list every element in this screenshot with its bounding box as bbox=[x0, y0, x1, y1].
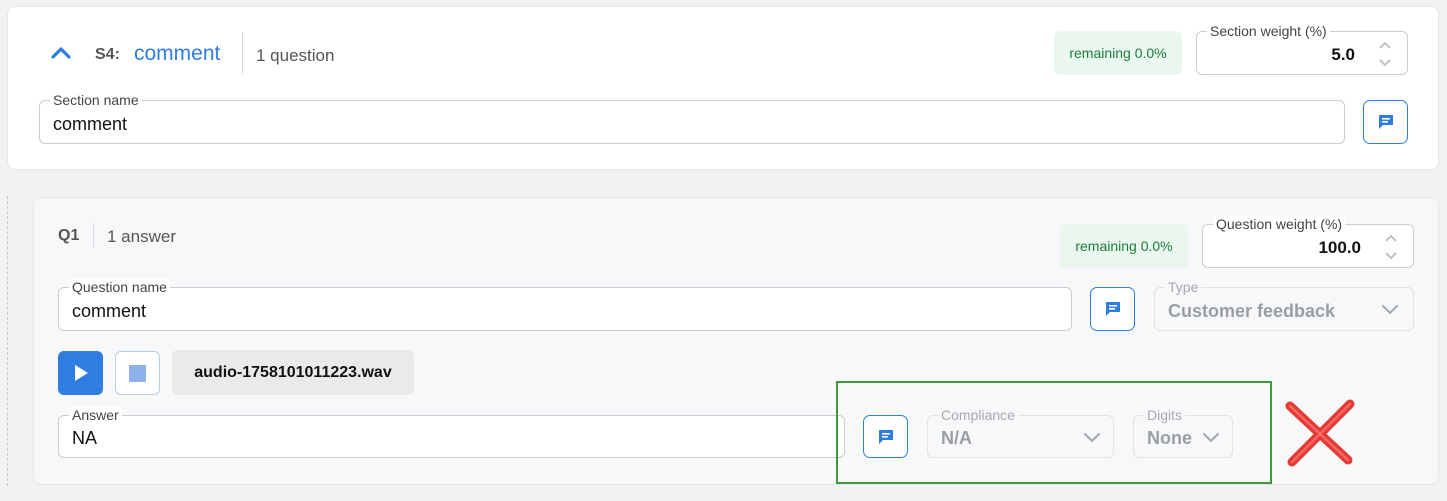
answer-field[interactable]: Answer NA bbox=[58, 407, 845, 458]
highlight-annotation-box bbox=[836, 381, 1272, 484]
answer-input[interactable]: NA bbox=[72, 428, 97, 449]
section-weight-value[interactable]: 5.0 bbox=[1331, 45, 1355, 65]
question-answer-count: 1 answer bbox=[107, 227, 176, 246]
divider bbox=[93, 223, 94, 248]
question-weight-value[interactable]: 100.0 bbox=[1318, 238, 1361, 258]
section-name-input[interactable]: comment bbox=[53, 114, 127, 135]
section-weight-field[interactable]: Section weight (%) 5.0 bbox=[1196, 23, 1408, 75]
chevron-down-icon bbox=[1381, 302, 1399, 320]
play-icon bbox=[74, 365, 88, 381]
stop-icon bbox=[129, 364, 146, 382]
question-comment-button[interactable] bbox=[1090, 287, 1135, 331]
type-select[interactable]: Type Customer feedback bbox=[1154, 279, 1414, 331]
red-x-annotation-icon bbox=[1285, 399, 1355, 467]
audio-file-chip[interactable]: audio-1758101011223.wav bbox=[172, 350, 414, 395]
question-weight-label: Question weight (%) bbox=[1213, 216, 1346, 232]
comment-icon bbox=[1378, 115, 1393, 129]
section-weight-label: Section weight (%) bbox=[1207, 23, 1330, 39]
section-code: S4: bbox=[95, 46, 120, 63]
question-name-input[interactable]: comment bbox=[72, 301, 146, 322]
weight-stepper[interactable] bbox=[1383, 232, 1399, 265]
play-button[interactable] bbox=[58, 351, 103, 395]
question-weight-field[interactable]: Question weight (%) 100.0 bbox=[1202, 216, 1414, 268]
weight-stepper[interactable] bbox=[1377, 39, 1393, 72]
question-code: Q1 bbox=[58, 227, 80, 244]
section-name-label: Section name bbox=[50, 92, 142, 108]
answer-label: Answer bbox=[69, 407, 122, 423]
tree-rail bbox=[7, 196, 8, 486]
section-comment-button[interactable] bbox=[1363, 100, 1408, 144]
stop-button[interactable] bbox=[115, 351, 160, 395]
question-remaining-badge: remaining 0.0% bbox=[1060, 224, 1188, 268]
question-name-label: Question name bbox=[69, 279, 170, 295]
divider bbox=[242, 32, 243, 74]
section-remaining-badge: remaining 0.0% bbox=[1054, 31, 1182, 75]
section-name-field[interactable]: Section name comment bbox=[39, 92, 1345, 144]
section-title: comment bbox=[134, 42, 221, 65]
question-name-field[interactable]: Question name comment bbox=[58, 279, 1072, 331]
collapse-chevron-up-icon[interactable] bbox=[51, 43, 71, 63]
comment-icon bbox=[1105, 302, 1120, 316]
type-value: Customer feedback bbox=[1168, 301, 1336, 321]
type-label: Type bbox=[1165, 279, 1202, 295]
section-question-count: 1 question bbox=[256, 46, 335, 65]
